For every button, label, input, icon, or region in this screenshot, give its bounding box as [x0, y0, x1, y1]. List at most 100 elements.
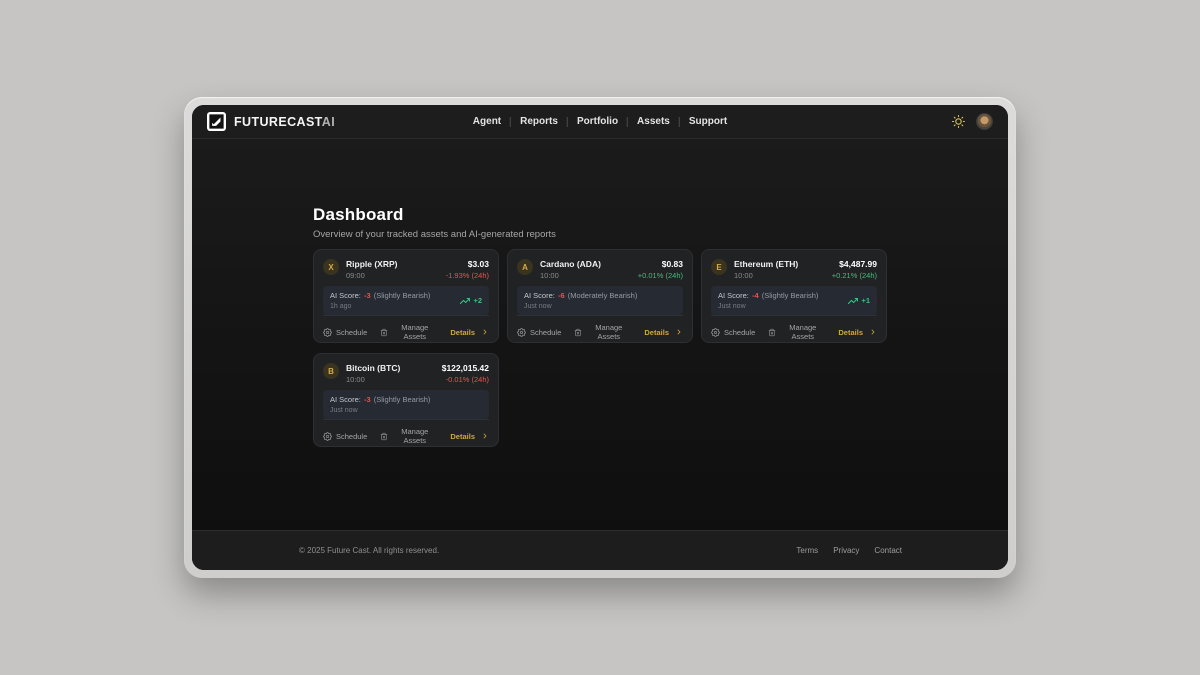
gear-icon	[517, 328, 526, 337]
ai-score-value: -3	[363, 291, 372, 300]
footer-links: Terms Privacy Contact	[796, 546, 902, 555]
asset-name: Bitcoin (BTC)	[346, 363, 400, 373]
top-navigation-bar: FUTURECASTAI Agent Reports Portfolio Ass…	[192, 105, 1008, 139]
asset-change: +0.01% (24h)	[638, 271, 683, 280]
asset-card-cardano: A Cardano (ADA) 10:00 $0.83 +0.01% (24h)	[507, 249, 693, 343]
card-header: E Ethereum (ETH) 10:00 $4,487.99 +0.21% …	[711, 259, 877, 280]
ai-score-sentiment: (Slightly Bearish)	[762, 291, 819, 300]
trend-badge: +1	[848, 296, 870, 306]
manage-assets-button[interactable]: Manage Assets	[380, 323, 437, 341]
ai-score-label: AI Score:	[524, 291, 555, 300]
user-avatar[interactable]	[976, 113, 993, 130]
footer-link-contact[interactable]: Contact	[874, 546, 902, 555]
theme-toggle-button[interactable]	[952, 115, 965, 128]
topbar-actions	[952, 113, 993, 130]
asset-change: -0.01% (24h)	[442, 375, 489, 384]
asset-price: $4,487.99	[832, 259, 877, 269]
trash-icon	[380, 328, 388, 337]
details-button[interactable]: Details	[838, 328, 877, 337]
copyright-text: © 2025 Future Cast. All rights reserved.	[299, 546, 439, 555]
sun-icon	[952, 115, 965, 128]
desktop-background: FUTURECASTAI Agent Reports Portfolio Ass…	[0, 0, 1200, 675]
brand-name: FUTURECASTAI	[234, 115, 335, 129]
trend-value: +1	[861, 296, 870, 305]
app-footer: © 2025 Future Cast. All rights reserved.…	[192, 530, 1008, 570]
ai-score-label: AI Score:	[330, 395, 361, 404]
asset-report-time: 10:00	[540, 271, 601, 280]
nav-item-support[interactable]: Support	[680, 116, 736, 127]
asset-price: $3.03	[446, 259, 489, 269]
asset-name: Cardano (ADA)	[540, 259, 601, 269]
card-header: B Bitcoin (BTC) 10:00 $122,015.42 -0.01%…	[323, 363, 489, 384]
trash-icon	[768, 328, 776, 337]
chevron-right-icon	[481, 432, 489, 440]
page-title: Dashboard	[313, 205, 556, 225]
nav-item-assets[interactable]: Assets	[628, 116, 679, 127]
asset-price: $0.83	[638, 259, 683, 269]
asset-change: +0.21% (24h)	[832, 271, 877, 280]
nav-item-portfolio[interactable]: Portfolio	[568, 116, 627, 127]
schedule-button[interactable]: Schedule	[323, 432, 367, 441]
ai-score-updated: Just now	[524, 303, 637, 310]
asset-avatar: A	[517, 259, 533, 275]
asset-report-time: 10:00	[734, 271, 798, 280]
brand[interactable]: FUTURECASTAI	[207, 112, 335, 131]
futurecast-logo-icon	[207, 112, 226, 131]
asset-price: $122,015.42	[442, 363, 489, 373]
trash-icon	[574, 328, 582, 337]
details-button[interactable]: Details	[450, 328, 489, 337]
gear-icon	[323, 328, 332, 337]
manage-assets-button[interactable]: Manage Assets	[768, 323, 825, 341]
ai-score-panel: AI Score: -6 (Moderately Bearish) Just n…	[517, 286, 683, 315]
nav-item-reports[interactable]: Reports	[511, 116, 567, 127]
ai-score-label: AI Score:	[330, 291, 361, 300]
schedule-button[interactable]: Schedule	[517, 328, 561, 337]
details-button[interactable]: Details	[644, 328, 683, 337]
card-actions: Schedule Manage Assets Details	[323, 419, 489, 445]
footer-link-terms[interactable]: Terms	[796, 546, 818, 555]
asset-card-ethereum: E Ethereum (ETH) 10:00 $4,487.99 +0.21% …	[701, 249, 887, 343]
card-actions: Schedule Manage Assets Details	[711, 315, 877, 341]
card-header: A Cardano (ADA) 10:00 $0.83 +0.01% (24h)	[517, 259, 683, 280]
ai-score-sentiment: (Slightly Bearish)	[374, 395, 431, 404]
chevron-right-icon	[481, 328, 489, 336]
asset-report-time: 09:00	[346, 271, 397, 280]
ai-score-panel: AI Score: -4 (Slightly Bearish) Just now…	[711, 286, 877, 315]
gear-icon	[711, 328, 720, 337]
asset-card-bitcoin: B Bitcoin (BTC) 10:00 $122,015.42 -0.01%…	[313, 353, 499, 447]
ai-score-updated: Just now	[330, 407, 430, 414]
main-content: Dashboard Overview of your tracked asset…	[192, 139, 1008, 530]
ai-score-sentiment: (Slightly Bearish)	[374, 291, 431, 300]
nav-item-agent[interactable]: Agent	[464, 116, 510, 127]
trending-up-icon	[848, 296, 858, 306]
ai-score-panel: AI Score: -3 (Slightly Bearish) 1h ago +…	[323, 286, 489, 315]
card-actions: Schedule Manage Assets Details	[323, 315, 489, 341]
details-button[interactable]: Details	[450, 432, 489, 441]
app-window: FUTURECASTAI Agent Reports Portfolio Ass…	[184, 97, 1016, 578]
page-subtitle: Overview of your tracked assets and AI-g…	[313, 229, 556, 240]
main-nav: Agent Reports Portfolio Assets Support	[464, 116, 736, 127]
card-actions: Schedule Manage Assets Details	[517, 315, 683, 341]
asset-name: Ethereum (ETH)	[734, 259, 798, 269]
trending-up-icon	[460, 296, 470, 306]
ai-score-value: -6	[557, 291, 566, 300]
schedule-button[interactable]: Schedule	[323, 328, 367, 337]
chevron-right-icon	[675, 328, 683, 336]
ai-score-sentiment: (Moderately Bearish)	[568, 291, 638, 300]
chevron-right-icon	[869, 328, 877, 336]
asset-avatar: E	[711, 259, 727, 275]
ai-score-label: AI Score:	[718, 291, 749, 300]
page-header: Dashboard Overview of your tracked asset…	[313, 205, 556, 240]
asset-cards-grid: X Ripple (XRP) 09:00 $3.03 -1.93% (24h)	[313, 249, 887, 447]
trash-icon	[380, 432, 388, 441]
footer-link-privacy[interactable]: Privacy	[833, 546, 859, 555]
app-surface: FUTURECASTAI Agent Reports Portfolio Ass…	[192, 105, 1008, 570]
manage-assets-button[interactable]: Manage Assets	[380, 427, 437, 445]
manage-assets-button[interactable]: Manage Assets	[574, 323, 631, 341]
ai-score-updated: 1h ago	[330, 303, 430, 310]
asset-change: -1.93% (24h)	[446, 271, 489, 280]
gear-icon	[323, 432, 332, 441]
asset-name: Ripple (XRP)	[346, 259, 397, 269]
schedule-button[interactable]: Schedule	[711, 328, 755, 337]
asset-avatar: B	[323, 363, 339, 379]
